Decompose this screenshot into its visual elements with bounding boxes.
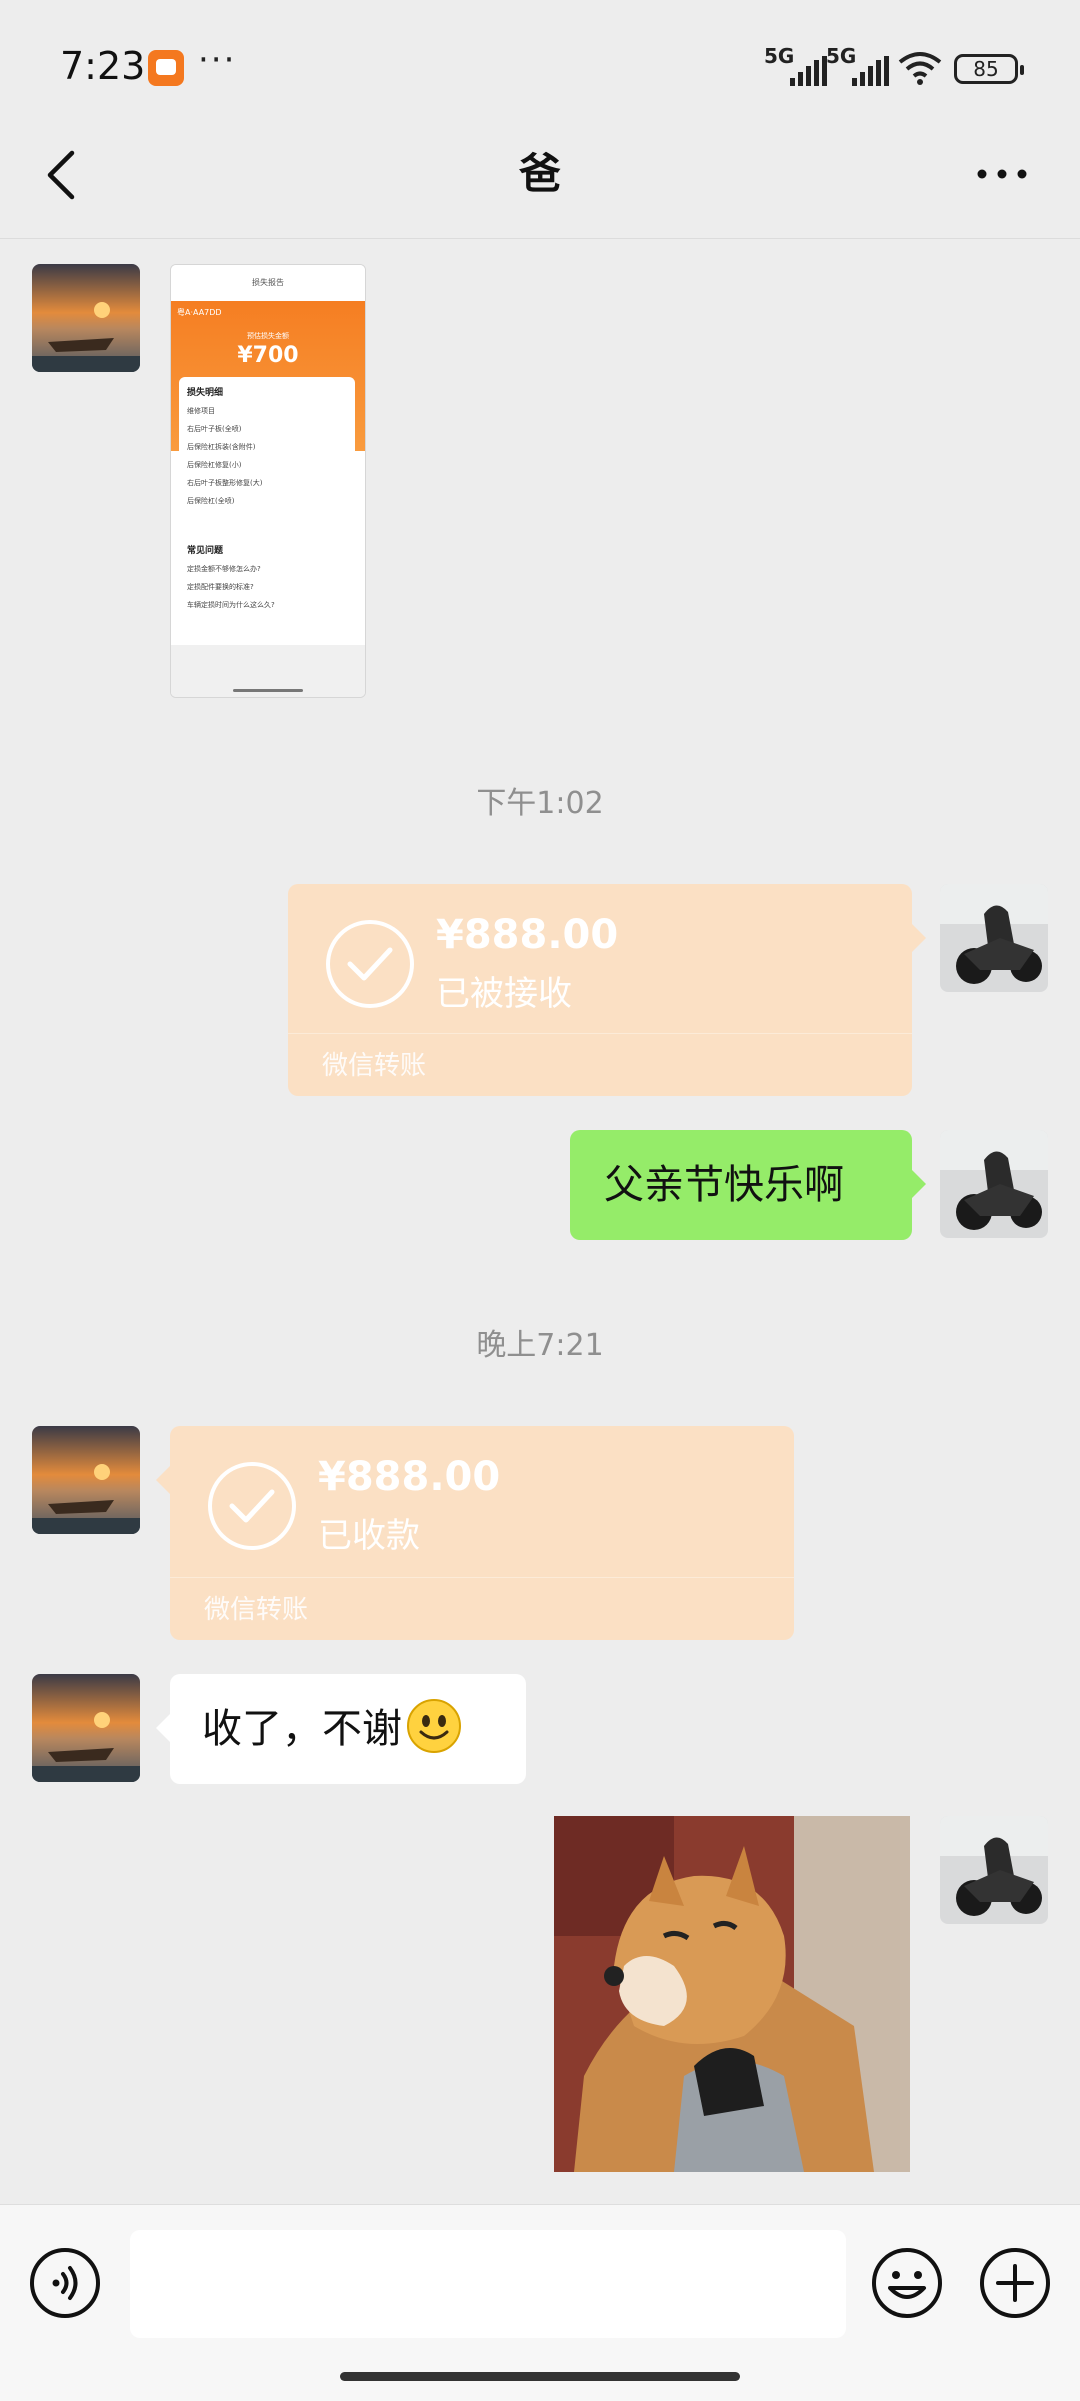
shared-screenshot-image[interactable]: 损失报告 粤A·AA7DD 预估损失金额 ¥700 损失明细 维修项目 右后叶子…	[170, 264, 366, 698]
chat-more-button[interactable]	[972, 152, 1032, 196]
more-dots-icon	[977, 169, 1027, 179]
smile-emoji-icon	[407, 1699, 461, 1753]
wifi-icon	[898, 50, 942, 86]
emoji-button[interactable]	[870, 2246, 944, 2320]
screenshot-amount-label: 预估损失金额	[247, 332, 289, 340]
transfer-status: 已收款	[318, 1516, 420, 1556]
didi-app-icon	[148, 50, 184, 86]
battery-indicator: 85	[954, 54, 1024, 84]
status-time: 7:23	[60, 44, 146, 88]
transfer-label: 微信转账	[204, 1595, 309, 1625]
transfer-card-sent[interactable]: ¥888.00 已被接收 微信转账	[288, 884, 926, 1096]
voice-icon	[30, 2248, 100, 2318]
transfer-status: 已被接收	[436, 974, 572, 1014]
chat-title: 爸	[518, 149, 561, 198]
cellular-signal-2-icon: 5G	[826, 44, 894, 86]
chevron-left-icon	[47, 150, 75, 200]
contact-avatar[interactable]	[32, 264, 140, 372]
received-text: 收了，不谢	[202, 1706, 402, 1752]
screenshot-section: 维修项目	[187, 407, 215, 415]
contact-avatar[interactable]	[32, 1426, 140, 1534]
sent-text-bubble[interactable]: 父亲节快乐啊	[570, 1130, 926, 1240]
screenshot-faq-item: 定损配件要换的标准?	[187, 583, 254, 591]
message-timestamp: 下午1:02	[476, 786, 604, 821]
transfer-card-received[interactable]: ¥888.00 已收款 微信转账	[156, 1426, 794, 1640]
header-divider	[0, 238, 1080, 239]
screenshot-plate: 粤A·AA7DD	[177, 308, 222, 317]
screenshot-faq-title: 常见问题	[187, 546, 224, 556]
screenshot-page-title: 损失报告	[171, 265, 365, 301]
home-indicator[interactable]	[340, 2372, 740, 2381]
check-circle-icon	[326, 920, 414, 1008]
voice-input-button[interactable]	[28, 2246, 102, 2320]
my-avatar[interactable]	[940, 1816, 1048, 1924]
screenshot-amount: ¥700	[237, 343, 299, 368]
transfer-amount: ¥888.00	[318, 1454, 501, 1500]
status-more-dots: ···	[198, 40, 237, 80]
my-avatar[interactable]	[940, 1130, 1048, 1238]
screenshot-faq-card: 常见问题 定损金额不够修怎么办? 定损配件要换的标准? 车辆定损时间为什么这么久…	[179, 535, 355, 637]
back-button[interactable]	[40, 145, 84, 205]
message-input[interactable]	[130, 2230, 846, 2338]
shiba-dog-sticker[interactable]	[554, 1816, 910, 2172]
check-circle-icon	[208, 1462, 296, 1550]
transfer-label: 微信转账	[322, 1051, 427, 1081]
screenshot-faq-item: 车辆定损时间为什么这么久?	[187, 601, 275, 609]
screenshot-item: 后保险杠修复(小)	[187, 461, 242, 469]
screenshot-item: 右后叶子板整形修复(大)	[187, 479, 263, 487]
screenshot-detail-title: 损失明细	[187, 388, 224, 398]
received-text-bubble[interactable]: 收了，不谢	[156, 1674, 526, 1784]
screenshot-item: 后保险杠(全喷)	[187, 497, 235, 505]
screenshot-item: 右后叶子板(全喷)	[187, 425, 242, 433]
cellular-signal-1-icon: 5G	[764, 44, 832, 86]
plus-icon	[980, 2248, 1050, 2318]
my-avatar[interactable]	[940, 884, 1048, 992]
transfer-amount: ¥888.00	[436, 912, 619, 958]
screenshot-faq-item: 定损金额不够修怎么办?	[187, 565, 261, 573]
emoji-icon	[872, 2248, 942, 2318]
screenshot-item: 后保险杠拆装(含附件)	[187, 443, 256, 451]
more-functions-button[interactable]	[978, 2246, 1052, 2320]
screenshot-detail-card: 损失明细 维修项目 右后叶子板(全喷) 后保险杠拆装(含附件) 后保险杠修复(小…	[179, 377, 355, 527]
contact-avatar[interactable]	[32, 1674, 140, 1782]
message-timestamp: 晚上7:21	[476, 1328, 604, 1363]
